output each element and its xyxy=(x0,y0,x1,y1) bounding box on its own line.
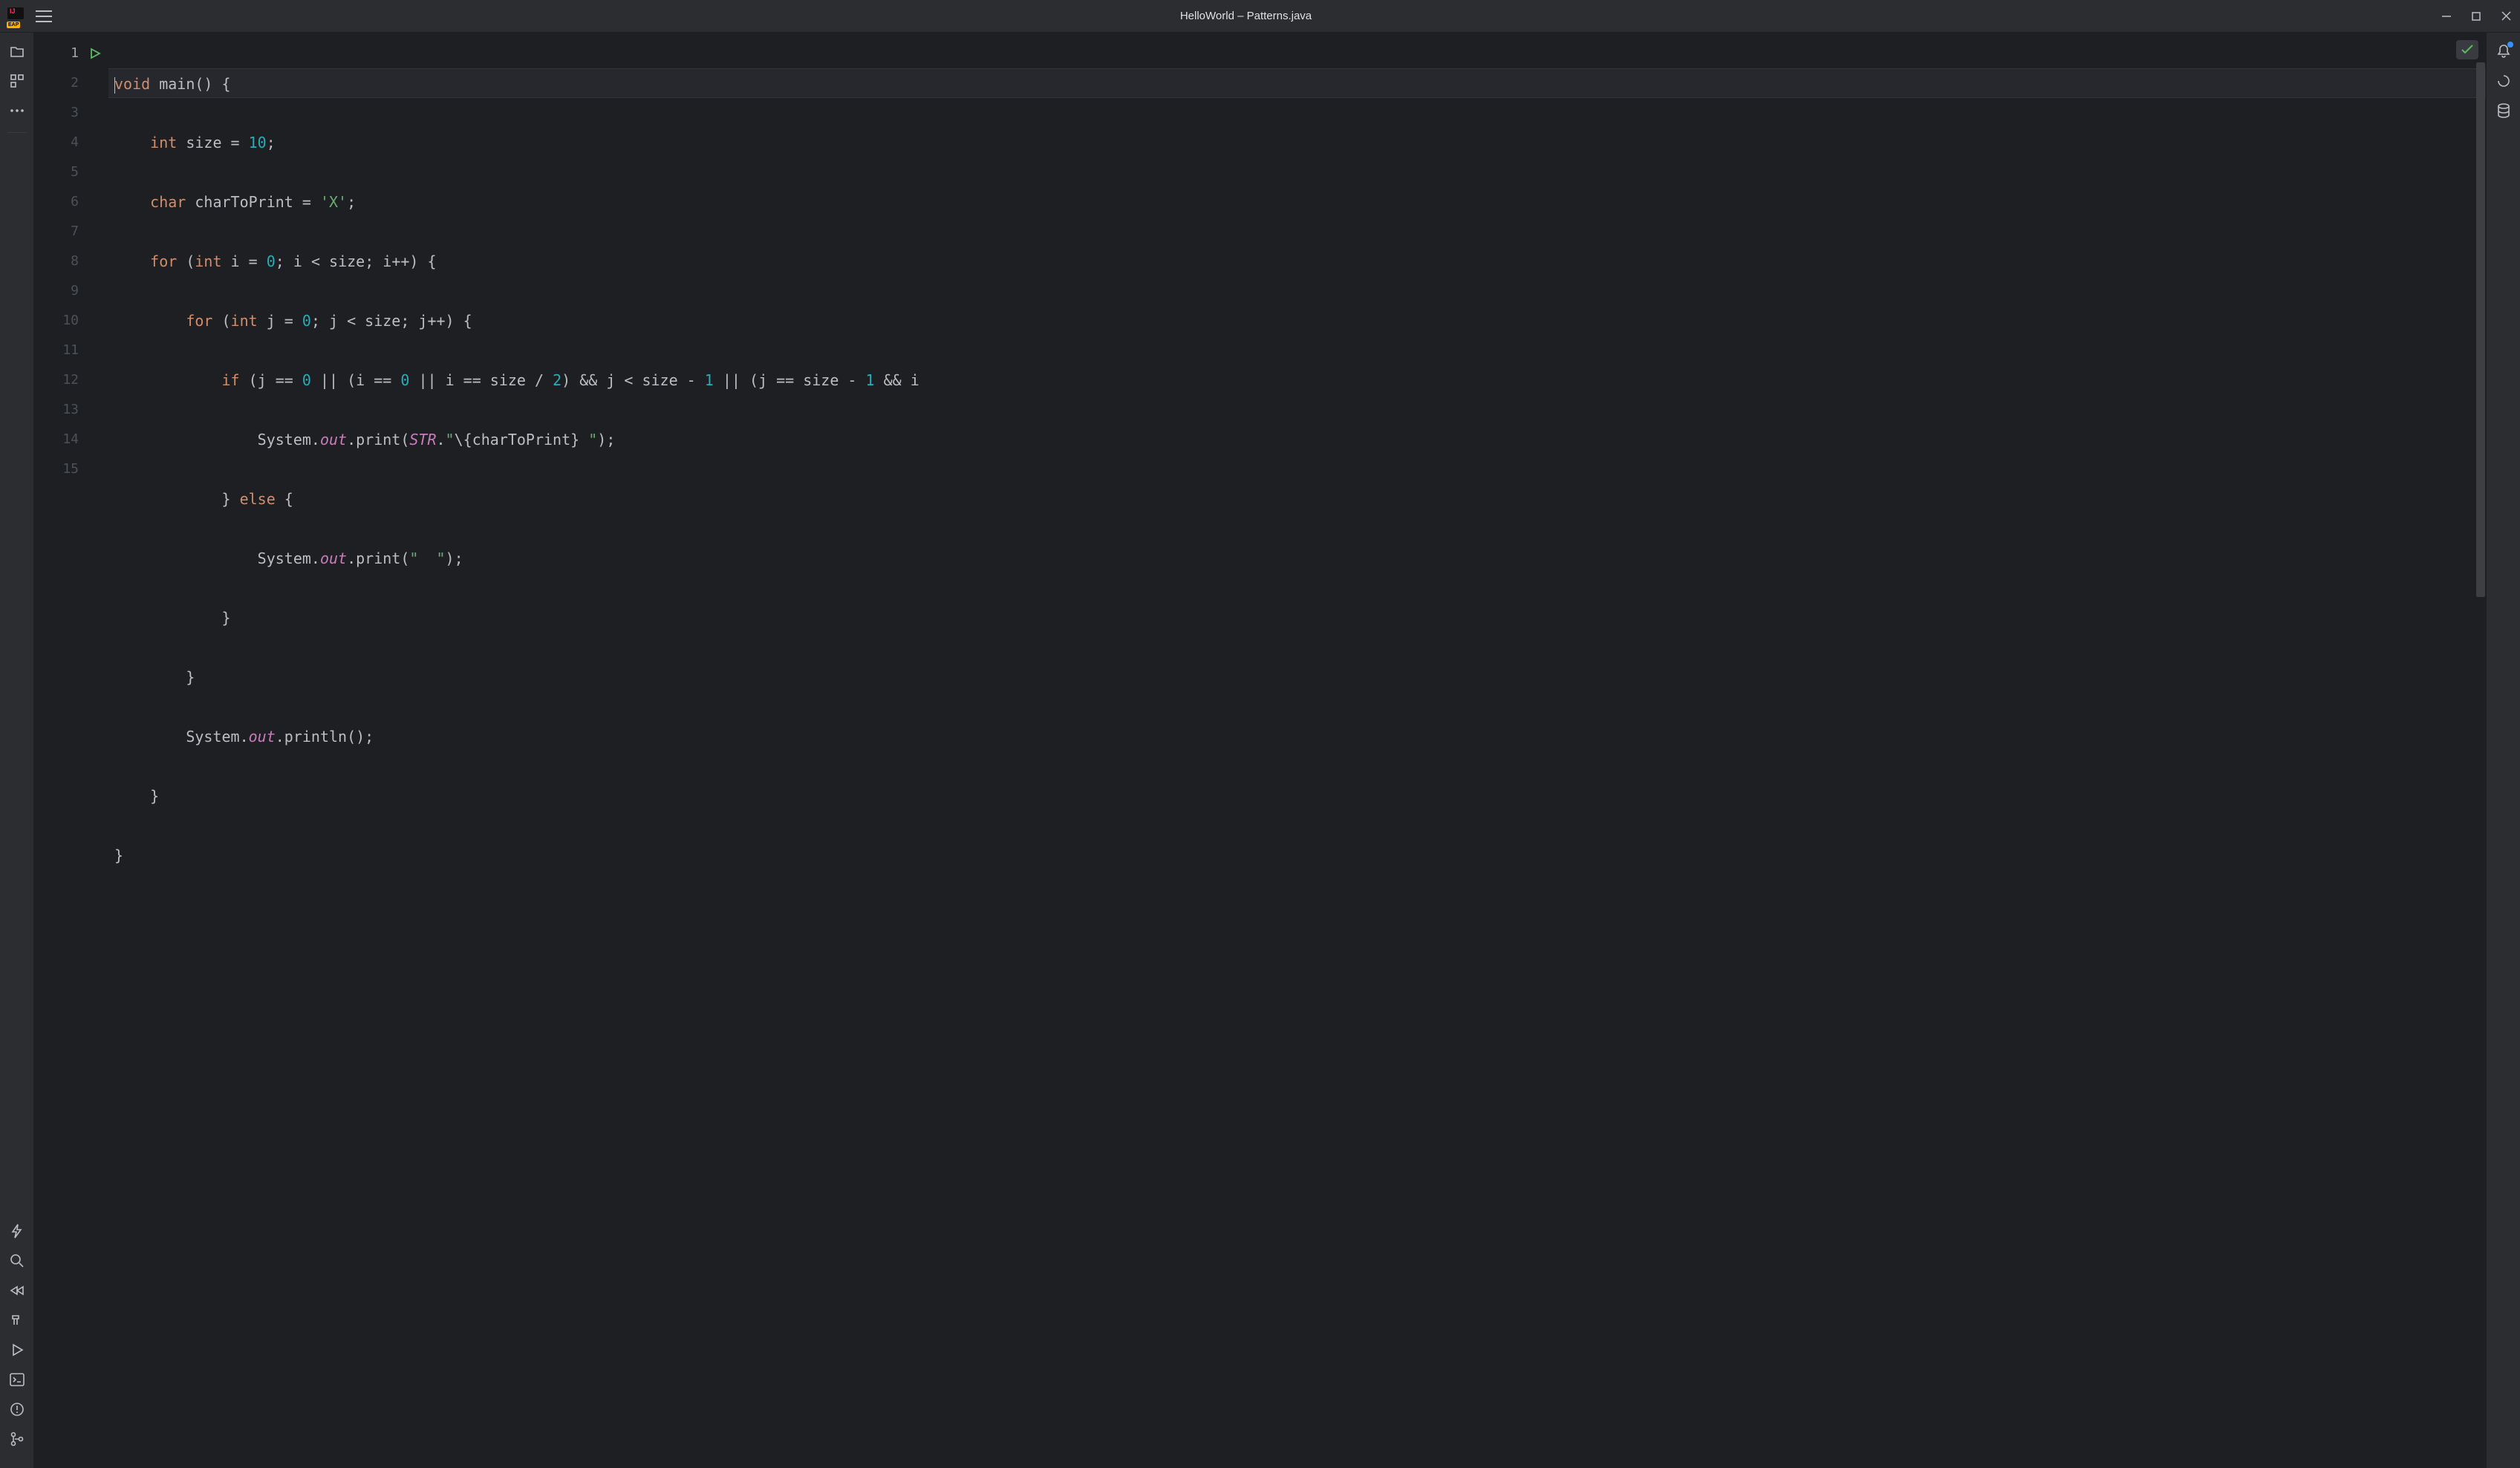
gutter-row[interactable]: 11 xyxy=(34,336,108,365)
gutter-row[interactable]: 1 xyxy=(34,39,108,68)
gutter-row[interactable]: 2 xyxy=(34,68,108,98)
code-content[interactable]: void main() { int size = 10; char charTo… xyxy=(108,33,2486,1468)
gutter-row[interactable]: 10 xyxy=(34,306,108,336)
main-body: 1 2 3 4 5 6 7 8 9 10 11 12 13 14 15 xyxy=(0,33,2520,1468)
line-number: 8 xyxy=(59,254,79,269)
line-number: 3 xyxy=(59,105,79,120)
gutter-row[interactable]: 7 xyxy=(34,217,108,247)
gutter-row[interactable]: 4 xyxy=(34,128,108,157)
line-number: 1 xyxy=(59,46,79,61)
editor-scrollbar[interactable] xyxy=(2475,33,2486,1468)
more-icon[interactable] xyxy=(9,102,25,119)
app-icon-badge: EAP xyxy=(7,22,20,28)
line-number: 7 xyxy=(59,224,79,239)
gutter-row[interactable]: 12 xyxy=(34,365,108,395)
code-line[interactable]: if (j == 0 || (i == 0 || i == size / 2) … xyxy=(108,365,2486,395)
line-number: 11 xyxy=(59,343,79,358)
search-icon[interactable] xyxy=(9,1253,25,1269)
code-line[interactable]: void main() { xyxy=(108,68,2486,98)
structure-icon[interactable] xyxy=(9,73,25,89)
notification-dot xyxy=(2507,42,2513,48)
git-icon[interactable] xyxy=(9,1431,25,1447)
left-tool-rail xyxy=(0,33,34,1468)
gutter-row[interactable]: 6 xyxy=(34,187,108,217)
maximize-button[interactable] xyxy=(2469,10,2483,23)
gutter-row[interactable]: 13 xyxy=(34,395,108,425)
run-gutter-icon[interactable] xyxy=(89,48,101,59)
line-number: 4 xyxy=(59,135,79,150)
code-line[interactable]: for (int i = 0; i < size; i++) { xyxy=(108,247,2486,276)
code-line[interactable]: for (int j = 0; j < size; j++) { xyxy=(108,306,2486,336)
line-number: 2 xyxy=(59,76,79,91)
lightning-icon[interactable] xyxy=(9,1223,25,1239)
code-line[interactable]: char charToPrint = 'X'; xyxy=(108,187,2486,217)
gutter-row[interactable]: 9 xyxy=(34,276,108,306)
line-number: 5 xyxy=(59,165,79,180)
run-config-icon[interactable] xyxy=(9,1282,25,1299)
code-line[interactable]: System.out.print(STR."\{charToPrint} "); xyxy=(108,425,2486,454)
line-number: 10 xyxy=(59,313,79,328)
code-line[interactable]: int size = 10; xyxy=(108,128,2486,157)
gutter-row[interactable]: 8 xyxy=(34,247,108,276)
ai-icon[interactable] xyxy=(2495,73,2512,89)
main-menu-icon[interactable] xyxy=(36,10,52,22)
minimize-button[interactable] xyxy=(2440,10,2453,23)
notifications-icon[interactable] xyxy=(2495,43,2512,59)
run-icon[interactable] xyxy=(9,1342,25,1358)
code-line[interactable]: } else { xyxy=(108,484,2486,514)
build-icon[interactable] xyxy=(9,1312,25,1328)
problems-icon[interactable] xyxy=(9,1401,25,1418)
code-line[interactable]: System.out.println(); xyxy=(108,722,2486,751)
gutter-row[interactable]: 3 xyxy=(34,98,108,128)
titlebar: IJ EAP HelloWorld – Patterns.java xyxy=(0,0,2520,33)
database-icon[interactable] xyxy=(2495,102,2512,119)
code-line[interactable]: } xyxy=(108,781,2486,811)
gutter-row[interactable]: 15 xyxy=(34,454,108,484)
editor[interactable]: 1 2 3 4 5 6 7 8 9 10 11 12 13 14 15 xyxy=(34,33,2486,1468)
window-title: HelloWorld – Patterns.java xyxy=(52,10,2440,22)
gutter-row[interactable]: 5 xyxy=(34,157,108,187)
code-line[interactable] xyxy=(108,900,2486,930)
app-icon-text: IJ xyxy=(10,8,16,15)
line-number: 6 xyxy=(59,195,79,209)
line-number: 9 xyxy=(59,284,79,299)
line-number: 14 xyxy=(59,432,79,447)
code-line[interactable]: } xyxy=(108,603,2486,633)
ide-window: IJ EAP HelloWorld – Patterns.java xyxy=(0,0,2520,1468)
scrollbar-thumb[interactable] xyxy=(2476,62,2485,597)
rail-separator xyxy=(7,132,27,133)
project-icon[interactable] xyxy=(9,43,25,59)
line-number: 13 xyxy=(59,402,79,417)
line-number: 12 xyxy=(59,373,79,388)
line-number: 15 xyxy=(59,462,79,477)
right-tool-rail xyxy=(2486,33,2520,1468)
gutter: 1 2 3 4 5 6 7 8 9 10 11 12 13 14 15 xyxy=(34,33,108,1468)
app-icon[interactable]: IJ EAP xyxy=(7,7,25,25)
window-controls xyxy=(2440,10,2513,23)
code-line[interactable]: } xyxy=(108,841,2486,870)
gutter-row[interactable]: 14 xyxy=(34,425,108,454)
close-button[interactable] xyxy=(2499,10,2513,23)
code-line[interactable]: System.out.print(" "); xyxy=(108,544,2486,573)
terminal-icon[interactable] xyxy=(9,1371,25,1388)
code-line[interactable]: } xyxy=(108,662,2486,692)
